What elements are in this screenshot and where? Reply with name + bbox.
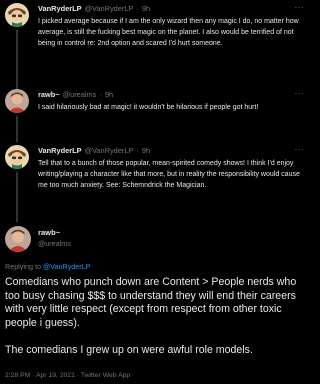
tweet-text: I picked average because if I am the onl…: [38, 18, 299, 47]
tweet-header: rawb~ @urealms · 9h: [38, 89, 304, 101]
thread-connector: [16, 116, 18, 142]
tweet-metadata[interactable]: 2:28 PM · Apr 19, 2021 · Twitter Web App: [5, 371, 130, 381]
display-name[interactable]: rawb~: [38, 89, 60, 101]
user-handle[interactable]: @urealms: [63, 89, 97, 101]
user-handle[interactable]: @VanRyderLP: [85, 3, 134, 15]
thread-connector: [16, 172, 18, 222]
user-handle[interactable]: @VanRyderLP: [85, 145, 134, 157]
separator: ·: [99, 90, 102, 99]
timestamp[interactable]: 9h: [142, 3, 150, 15]
tweet-header: VanRyderLP @VanRyderLP · 9h: [38, 3, 304, 15]
avatar-rawb[interactable]: [5, 89, 29, 113]
display-name[interactable]: VanRyderLP: [38, 145, 82, 157]
more-options-icon[interactable]: ···: [295, 3, 305, 13]
avatar-vanryder-image-icon: [5, 145, 29, 169]
more-options-icon[interactable]: ···: [295, 89, 305, 99]
more-options-icon[interactable]: ···: [295, 145, 305, 155]
replying-to: Replying to @VanRyderLP: [5, 261, 90, 272]
avatar-rawb[interactable]: [5, 226, 31, 252]
thread-tweet[interactable]: VanRyderLP @VanRyderLP · 9h ··· Tell tha…: [0, 142, 308, 222]
tweet-text: I said hilariously bad at magic! it woul…: [38, 104, 259, 111]
thread-tweet[interactable]: rawb~ @urealms · 9h ··· I said hilarious…: [0, 86, 308, 142]
main-user-handle[interactable]: @urealms: [38, 238, 71, 249]
display-name[interactable]: VanRyderLP: [38, 3, 82, 15]
main-tweet-text: Comedians who punch down are Content > P…: [5, 276, 305, 358]
avatar-rawb-image-icon: [5, 89, 29, 113]
main-tweet-paragraph: The comedians I grew up on were awful ro…: [5, 343, 253, 356]
main-tweet-paragraph: Comedians who punch down are Content > P…: [5, 276, 297, 329]
replying-to-label: Replying to: [5, 262, 41, 271]
replying-to-handle-link[interactable]: @VanRyderLP: [43, 262, 91, 271]
tweet-header: VanRyderLP @VanRyderLP · 9h: [38, 145, 304, 157]
thread-connector: [16, 30, 18, 90]
main-display-name[interactable]: rawb~: [38, 227, 60, 238]
thread-tweet[interactable]: VanRyderLP @VanRyderLP · 9h ··· I picked…: [0, 0, 308, 90]
avatar-vanryder[interactable]: [5, 3, 29, 27]
timestamp[interactable]: 9h: [105, 89, 113, 101]
tweet-text: Tell that to a bunch of those popular, m…: [38, 160, 300, 189]
separator: ·: [136, 4, 139, 13]
avatar-rawb-image-icon: [5, 226, 31, 252]
avatar-vanryder-image-icon: [5, 3, 29, 27]
separator: ·: [136, 146, 139, 155]
timestamp[interactable]: 9h: [142, 145, 150, 157]
avatar-vanryder[interactable]: [5, 145, 29, 169]
